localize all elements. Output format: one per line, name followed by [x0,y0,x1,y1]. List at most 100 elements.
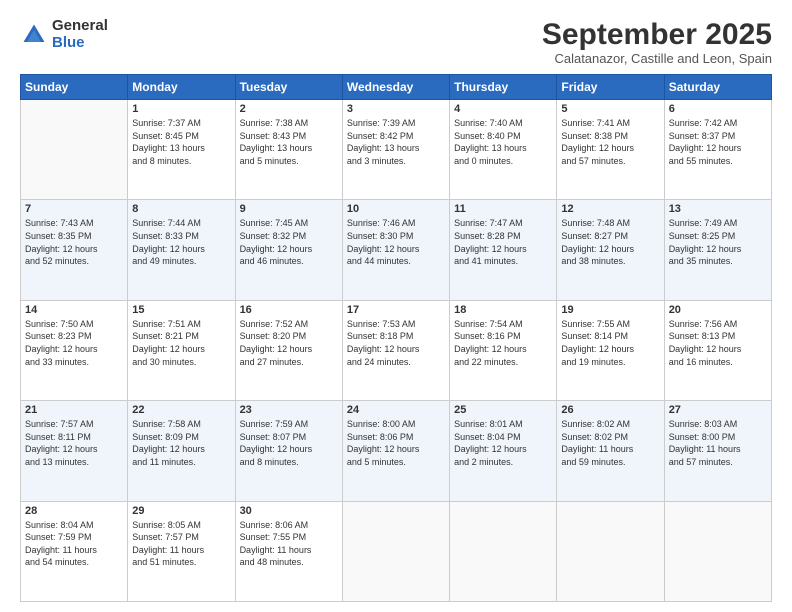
day-number: 22 [132,404,230,416]
month-title: September 2025 [542,18,772,51]
calendar-header-row: SundayMondayTuesdayWednesdayThursdayFrid… [21,75,772,100]
calendar-cell: 26 Sunrise: 8:02 AM Sunset: 8:02 PM Dayli… [557,401,664,501]
calendar-cell: 21 Sunrise: 7:57 AM Sunset: 8:11 PM Dayli… [21,401,128,501]
calendar-cell: 8 Sunrise: 7:44 AM Sunset: 8:33 PM Daylig… [128,200,235,300]
calendar-cell: 27 Sunrise: 8:03 AM Sunset: 8:00 PM Dayli… [664,401,771,501]
cell-info: Sunrise: 7:47 AM Sunset: 8:28 PM Dayligh… [454,217,552,267]
calendar-week-row: 14 Sunrise: 7:50 AM Sunset: 8:23 PM Dayli… [21,300,772,400]
calendar-cell: 11Sunrise: 7:47 AM Sunset: 8:28 PM Dayli… [450,200,557,300]
title-block: September 2025 Calatanazor, Castille and… [542,18,772,66]
day-number: 13 [669,203,767,215]
day-number: 27 [669,404,767,416]
calendar-cell [342,501,449,601]
header-saturday: Saturday [664,75,771,100]
cell-info: Sunrise: 7:41 AM Sunset: 8:38 PM Dayligh… [561,117,659,167]
logo-icon [20,21,48,49]
cell-info: Sunrise: 7:57 AM Sunset: 8:11 PM Dayligh… [25,418,123,468]
cell-info: Sunrise: 7:43 AM Sunset: 8:35 PM Dayligh… [25,217,123,267]
header-monday: Monday [128,75,235,100]
calendar-cell: 23 Sunrise: 7:59 AM Sunset: 8:07 PM Dayli… [235,401,342,501]
cell-info: Sunrise: 8:00 AM Sunset: 8:06 PM Dayligh… [347,418,445,468]
day-number: 10 [347,203,445,215]
calendar-cell: 2 Sunrise: 7:38 AM Sunset: 8:43 PM Daylig… [235,100,342,200]
cell-info: Sunrise: 8:01 AM Sunset: 8:04 PM Dayligh… [454,418,552,468]
day-number: 24 [347,404,445,416]
logo: General Blue [20,18,108,51]
calendar-cell: 19Sunrise: 7:55 AM Sunset: 8:14 PM Dayli… [557,300,664,400]
calendar-cell: 25 Sunrise: 8:01 AM Sunset: 8:04 PM Dayli… [450,401,557,501]
cell-info: Sunrise: 8:05 AM Sunset: 7:57 PM Dayligh… [132,519,230,569]
day-number: 21 [25,404,123,416]
calendar-week-row: 28Sunrise: 8:04 AM Sunset: 7:59 PM Dayli… [21,501,772,601]
cell-info: Sunrise: 7:58 AM Sunset: 8:09 PM Dayligh… [132,418,230,468]
header-friday: Friday [557,75,664,100]
cell-info: Sunrise: 7:52 AM Sunset: 8:20 PM Dayligh… [240,318,338,368]
calendar-cell: 4 Sunrise: 7:40 AM Sunset: 8:40 PM Daylig… [450,100,557,200]
day-number: 12 [561,203,659,215]
day-number: 29 [132,505,230,517]
calendar-cell: 12 Sunrise: 7:48 AM Sunset: 8:27 PM Dayli… [557,200,664,300]
cell-info: Sunrise: 7:40 AM Sunset: 8:40 PM Dayligh… [454,117,552,167]
day-number: 25 [454,404,552,416]
calendar-cell: 16 Sunrise: 7:52 AM Sunset: 8:20 PM Dayli… [235,300,342,400]
cell-info: Sunrise: 7:51 AM Sunset: 8:21 PM Dayligh… [132,318,230,368]
header-tuesday: Tuesday [235,75,342,100]
cell-info: Sunrise: 7:50 AM Sunset: 8:23 PM Dayligh… [25,318,123,368]
day-number: 2 [240,103,338,115]
day-number: 14 [25,304,123,316]
calendar-cell [21,100,128,200]
day-number: 26 [561,404,659,416]
cell-info: Sunrise: 7:46 AM Sunset: 8:30 PM Dayligh… [347,217,445,267]
logo-text: General Blue [52,18,108,51]
calendar-cell: 6Sunrise: 7:42 AM Sunset: 8:37 PM Daylig… [664,100,771,200]
header: General Blue September 2025 Calatanazor,… [20,18,772,66]
day-number: 3 [347,103,445,115]
day-number: 23 [240,404,338,416]
page: General Blue September 2025 Calatanazor,… [0,0,792,612]
calendar-cell: 30Sunrise: 8:06 AM Sunset: 7:55 PM Dayli… [235,501,342,601]
cell-info: Sunrise: 8:04 AM Sunset: 7:59 PM Dayligh… [25,519,123,569]
header-thursday: Thursday [450,75,557,100]
cell-info: Sunrise: 7:59 AM Sunset: 8:07 PM Dayligh… [240,418,338,468]
cell-info: Sunrise: 7:44 AM Sunset: 8:33 PM Dayligh… [132,217,230,267]
calendar-cell: 20 Sunrise: 7:56 AM Sunset: 8:13 PM Dayli… [664,300,771,400]
day-number: 19 [561,304,659,316]
day-number: 16 [240,304,338,316]
calendar-cell [450,501,557,601]
cell-info: Sunrise: 8:02 AM Sunset: 8:02 PM Dayligh… [561,418,659,468]
day-number: 18 [454,304,552,316]
cell-info: Sunrise: 7:39 AM Sunset: 8:42 PM Dayligh… [347,117,445,167]
calendar-cell: 1 Sunrise: 7:37 AM Sunset: 8:45 PM Daylig… [128,100,235,200]
calendar-cell: 9Sunrise: 7:45 AM Sunset: 8:32 PM Daylig… [235,200,342,300]
cell-info: Sunrise: 8:03 AM Sunset: 8:00 PM Dayligh… [669,418,767,468]
calendar-cell: 18 Sunrise: 7:54 AM Sunset: 8:16 PM Dayli… [450,300,557,400]
cell-info: Sunrise: 7:53 AM Sunset: 8:18 PM Dayligh… [347,318,445,368]
day-number: 6 [669,103,767,115]
cell-info: Sunrise: 7:38 AM Sunset: 8:43 PM Dayligh… [240,117,338,167]
logo-general: General [52,18,108,35]
day-number: 8 [132,203,230,215]
cell-info: Sunrise: 7:54 AM Sunset: 8:16 PM Dayligh… [454,318,552,368]
calendar-week-row: 21 Sunrise: 7:57 AM Sunset: 8:11 PM Dayli… [21,401,772,501]
calendar-cell: 14 Sunrise: 7:50 AM Sunset: 8:23 PM Dayli… [21,300,128,400]
cell-info: Sunrise: 7:45 AM Sunset: 8:32 PM Dayligh… [240,217,338,267]
cell-info: Sunrise: 7:56 AM Sunset: 8:13 PM Dayligh… [669,318,767,368]
day-number: 17 [347,304,445,316]
calendar-cell: 13 Sunrise: 7:49 AM Sunset: 8:25 PM Dayli… [664,200,771,300]
header-sunday: Sunday [21,75,128,100]
calendar-cell: 17 Sunrise: 7:53 AM Sunset: 8:18 PM Dayli… [342,300,449,400]
calendar-cell [664,501,771,601]
calendar-cell: 3 Sunrise: 7:39 AM Sunset: 8:42 PM Daylig… [342,100,449,200]
day-number: 20 [669,304,767,316]
day-number: 4 [454,103,552,115]
calendar-cell: 22 Sunrise: 7:58 AM Sunset: 8:09 PM Dayli… [128,401,235,501]
calendar-cell: 5Sunrise: 7:41 AM Sunset: 8:38 PM Daylig… [557,100,664,200]
cell-info: Sunrise: 7:49 AM Sunset: 8:25 PM Dayligh… [669,217,767,267]
calendar-cell: 28Sunrise: 8:04 AM Sunset: 7:59 PM Dayli… [21,501,128,601]
calendar-cell: 15Sunrise: 7:51 AM Sunset: 8:21 PM Dayli… [128,300,235,400]
calendar-cell: 29 Sunrise: 8:05 AM Sunset: 7:57 PM Dayli… [128,501,235,601]
day-number: 30 [240,505,338,517]
day-number: 1 [132,103,230,115]
cell-info: Sunrise: 7:48 AM Sunset: 8:27 PM Dayligh… [561,217,659,267]
cell-info: Sunrise: 7:37 AM Sunset: 8:45 PM Dayligh… [132,117,230,167]
